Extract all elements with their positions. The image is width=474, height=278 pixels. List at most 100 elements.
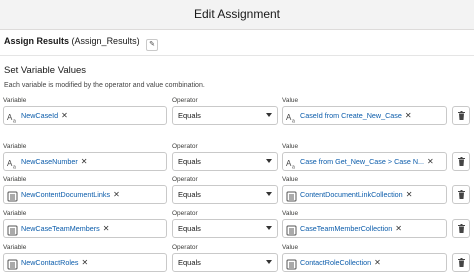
variable-column-label: Variable [3,244,27,251]
collection-icon [7,257,18,270]
variable-column-label: Variable [3,210,27,217]
remove-variable-icon[interactable]: ✕ [103,224,110,234]
variable-pill[interactable]: NewContentDocumentLinks ✕ [7,189,120,202]
variable-field[interactable]: NewContactRoles ✕ [3,253,167,272]
variable-pill[interactable]: Aa NewCaseNumber ✕ [7,156,88,171]
value-column-label: Value [282,97,299,104]
operator-column-label: Operator [172,244,198,251]
value-pill[interactable]: Aa CaseId from Create_New_Case ✕ [286,110,412,125]
remove-variable-icon[interactable]: ✕ [82,258,89,268]
value-pill[interactable]: CaseTeamMemberCollection ✕ [286,223,402,236]
variable-pill[interactable]: NewCaseTeamMembers ✕ [7,223,110,236]
element-name-row: Assign Results (Assign_Results) ✎ [4,36,159,51]
variable-field[interactable]: NewContentDocumentLinks ✕ [3,185,167,204]
remove-value-icon[interactable]: ✕ [395,224,402,234]
assignment-row: Variable Operator Value NewCaseTeamMembe… [0,210,474,244]
collection-icon [286,189,297,202]
delete-row-button[interactable] [452,253,470,272]
trash-icon [458,224,465,233]
chevron-down-icon [266,113,272,117]
trash-icon [458,111,465,120]
text-type-icon: Aa [7,110,18,125]
operator-value: Equals [178,258,201,267]
svg-text:a: a [292,165,295,170]
trash-icon [458,258,465,267]
modal-title: Edit Assignment [193,7,281,21]
value-name: Case from Get_New_Case > Case N... [300,157,425,166]
text-type-icon: Aa [286,110,297,125]
assignment-row: Variable Operator Value NewContentDocume… [0,176,474,210]
value-field[interactable]: CaseTeamMemberCollection ✕ [282,219,447,238]
variable-pill[interactable]: Aa NewCaseId ✕ [7,110,68,125]
collection-icon [286,223,297,236]
remove-variable-icon[interactable]: ✕ [81,157,88,167]
operator-value: Equals [178,224,201,233]
variable-column-label: Variable [3,143,27,150]
variable-column-label: Variable [3,97,27,104]
assignment-row: Variable Operator Value Aa NewCaseNumber… [0,143,474,177]
variable-name: NewCaseId [21,111,59,120]
assignment-row: Variable Operator Value Aa NewCaseId ✕ E… [0,97,474,131]
operator-select[interactable]: Equals [172,185,278,204]
operator-value: Equals [178,157,201,166]
value-name: ContactRoleCollection [300,258,372,267]
variable-pill[interactable]: NewContactRoles ✕ [7,257,89,270]
value-column-label: Value [282,176,299,183]
chevron-down-icon [266,192,272,196]
variable-field[interactable]: Aa NewCaseNumber ✕ [3,152,167,171]
value-field[interactable]: Aa CaseId from Create_New_Case ✕ [282,106,447,125]
delete-row-button[interactable] [452,152,470,171]
operator-select[interactable]: Equals [172,106,278,125]
svg-text:a: a [292,119,295,124]
operator-value: Equals [178,190,201,199]
operator-select[interactable]: Equals [172,219,278,238]
delete-row-button[interactable] [452,219,470,238]
variable-name: NewContentDocumentLinks [21,190,111,199]
value-name: ContentDocumentLinkCollection [300,190,403,199]
remove-value-icon[interactable]: ✕ [405,111,412,121]
remove-value-icon[interactable]: ✕ [406,190,413,200]
section-description: Each variable is modified by the operato… [4,82,205,89]
variable-field[interactable]: Aa NewCaseId ✕ [3,106,167,125]
remove-variable-icon[interactable]: ✕ [113,190,120,200]
collection-icon [286,257,297,270]
text-type-icon: Aa [7,156,18,171]
operator-column-label: Operator [172,176,198,183]
value-field[interactable]: ContactRoleCollection ✕ [282,253,447,272]
value-name: CaseTeamMemberCollection [300,224,393,233]
variable-name: NewCaseTeamMembers [21,224,100,233]
modal-header: Edit Assignment [0,0,474,30]
collection-icon [7,223,18,236]
value-name: CaseId from Create_New_Case [300,111,402,120]
text-type-icon: Aa [286,156,297,171]
chevron-down-icon [266,260,272,264]
element-api-name: (Assign_Results) [71,36,140,46]
value-column-label: Value [282,244,299,251]
variable-field[interactable]: NewCaseTeamMembers ✕ [3,219,167,238]
value-field[interactable]: Aa Case from Get_New_Case > Case N... ✕ [282,152,447,171]
operator-select[interactable]: Equals [172,152,278,171]
remove-value-icon[interactable]: ✕ [427,157,434,167]
value-pill[interactable]: ContentDocumentLinkCollection ✕ [286,189,413,202]
value-field[interactable]: ContentDocumentLinkCollection ✕ [282,185,447,204]
delete-row-button[interactable] [452,185,470,204]
chevron-down-icon [266,159,272,163]
trash-icon [458,190,465,199]
operator-column-label: Operator [172,210,198,217]
variable-column-label: Variable [3,176,27,183]
edit-pencil-icon[interactable]: ✎ [146,39,159,51]
delete-row-button[interactable] [452,106,470,125]
value-pill[interactable]: ContactRoleCollection ✕ [286,257,381,270]
assignment-row: Variable Operator Value NewContactRoles … [0,244,474,278]
collection-icon [7,189,18,202]
value-column-label: Value [282,143,299,150]
remove-value-icon[interactable]: ✕ [374,258,381,268]
section-title: Set Variable Values [4,65,87,76]
value-pill[interactable]: Aa Case from Get_New_Case > Case N... ✕ [286,156,434,171]
variable-name: NewCaseNumber [21,157,78,166]
operator-value: Equals [178,111,201,120]
operator-select[interactable]: Equals [172,253,278,272]
remove-variable-icon[interactable]: ✕ [61,111,68,121]
divider [0,55,474,56]
chevron-down-icon [266,226,272,230]
